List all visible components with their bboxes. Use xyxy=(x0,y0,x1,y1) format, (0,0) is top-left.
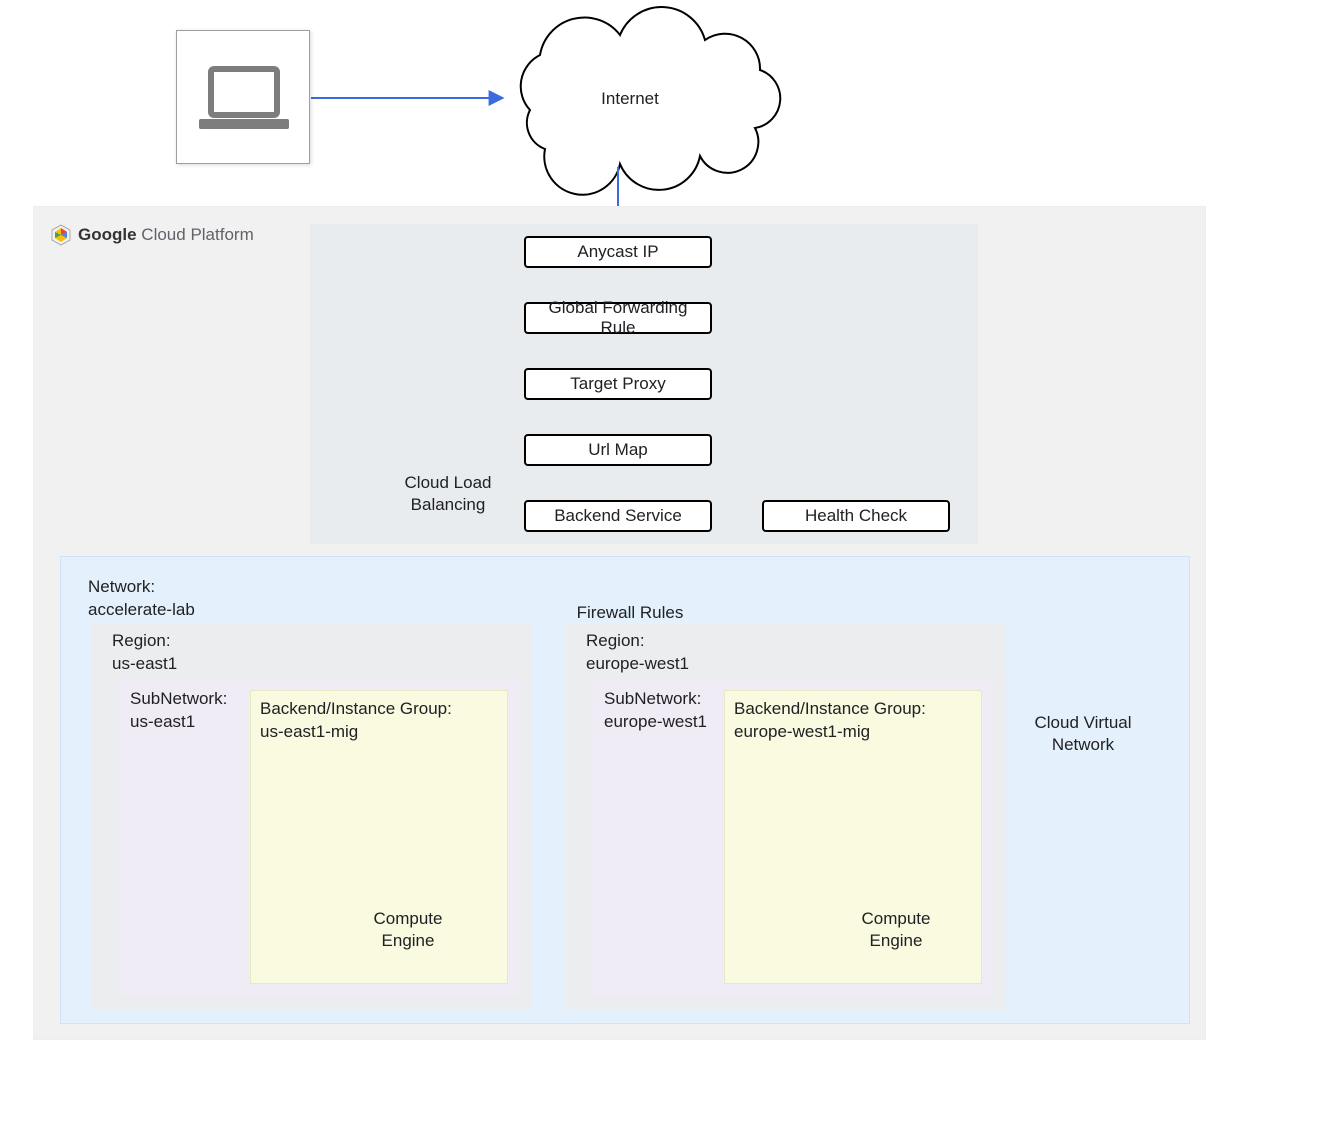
subnet-key-right: SubNetwork: xyxy=(604,689,701,708)
mig-key-left: Backend/Instance Group: xyxy=(260,699,452,718)
subnet-label-right: SubNetwork: europe-west1 xyxy=(604,688,707,734)
gcp-title-rest: Cloud Platform xyxy=(141,225,253,244)
region-key-left: Region: xyxy=(112,631,171,650)
subnet-key-left: SubNetwork: xyxy=(130,689,227,708)
compute-label-left: Compute Engine xyxy=(366,908,450,952)
health-check-box: Health Check xyxy=(762,500,950,532)
forwarding-rule-box: Global Forwarding Rule xyxy=(524,302,712,334)
region-label-left: Region: us-east1 xyxy=(112,630,177,676)
subnet-name-right: europe-west1 xyxy=(604,712,707,731)
client-laptop-box xyxy=(176,30,310,164)
mig-key-right: Backend/Instance Group: xyxy=(734,699,926,718)
compute-label-right: Compute Engine xyxy=(854,908,938,952)
internet-label: Internet xyxy=(580,88,680,110)
cvn-label: Cloud Virtual Network xyxy=(1020,712,1146,756)
clb-label: Cloud Load Balancing xyxy=(398,472,498,516)
anycast-ip-box: Anycast IP xyxy=(524,236,712,268)
subnet-name-left: us-east1 xyxy=(130,712,195,731)
gcp-title: Google Cloud Platform xyxy=(50,224,254,246)
mig-name-left: us-east1-mig xyxy=(260,722,358,741)
mig-label-right: Backend/Instance Group: europe-west1-mig xyxy=(734,698,926,744)
gcp-title-strong: Google xyxy=(78,225,137,244)
network-label: Network: accelerate-lab xyxy=(88,576,195,622)
region-key-right: Region: xyxy=(586,631,645,650)
diagram-canvas: Internet Google Cloud Platform Cloud Loa… xyxy=(0,0,1341,1122)
laptop-icon xyxy=(177,31,311,165)
network-name: accelerate-lab xyxy=(88,600,195,619)
gcp-logo-icon xyxy=(50,224,72,246)
mig-label-left: Backend/Instance Group: us-east1-mig xyxy=(260,698,452,744)
network-label-key: Network: xyxy=(88,577,155,596)
mig-name-right: europe-west1-mig xyxy=(734,722,870,741)
region-name-right: europe-west1 xyxy=(586,654,689,673)
subnet-label-left: SubNetwork: us-east1 xyxy=(130,688,227,734)
target-proxy-box: Target Proxy xyxy=(524,368,712,400)
url-map-box: Url Map xyxy=(524,434,712,466)
firewall-rules-label: Firewall Rules xyxy=(560,602,700,624)
backend-service-box: Backend Service xyxy=(524,500,712,532)
region-name-left: us-east1 xyxy=(112,654,177,673)
region-label-right: Region: europe-west1 xyxy=(586,630,689,676)
